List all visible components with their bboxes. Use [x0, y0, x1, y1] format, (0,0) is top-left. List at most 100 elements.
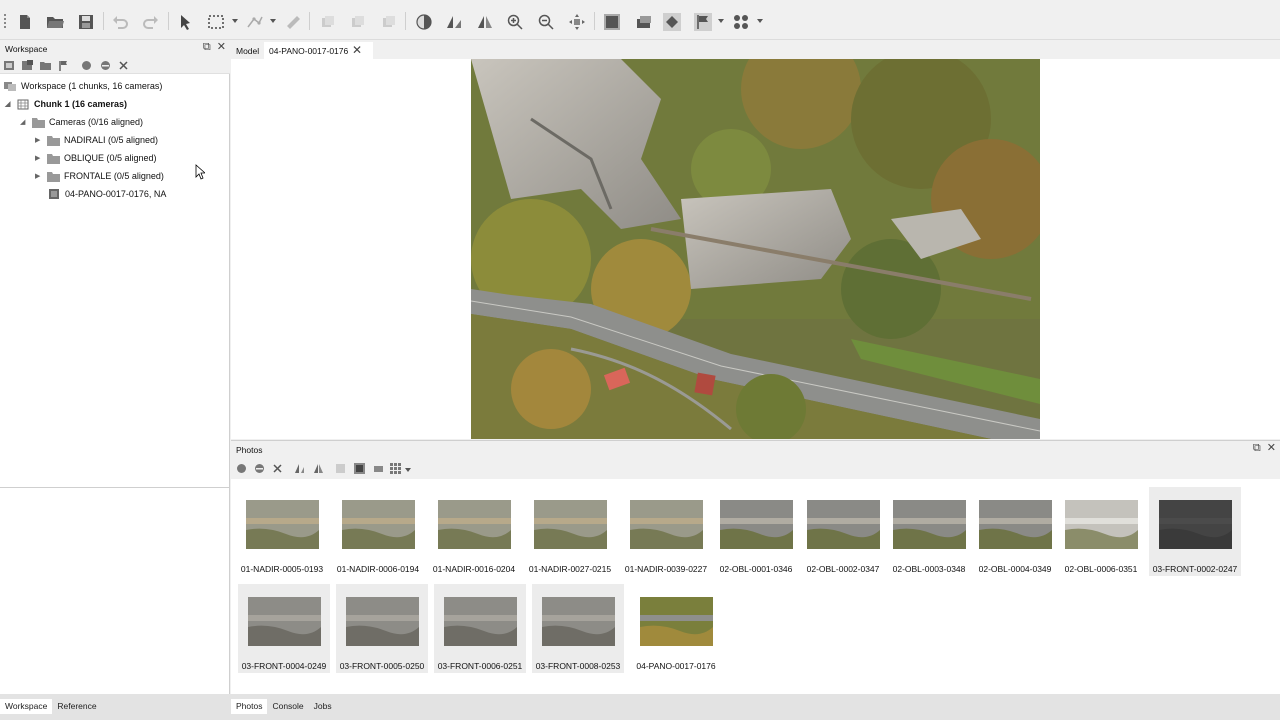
photo-thumbnail[interactable]: 01-NADIR-0027-0215 [524, 487, 616, 576]
zoom-out-icon[interactable] [535, 11, 557, 33]
photo-thumbnail-label: 01-NADIR-0005-0193 [240, 564, 324, 574]
rectangle-selection-icon[interactable] [205, 11, 227, 33]
photo-thumbnail[interactable]: 02-OBL-0004-0349 [969, 487, 1061, 576]
rotate-right-icon[interactable] [313, 463, 324, 474]
expand-arrow-icon[interactable]: ▶ [35, 136, 43, 144]
tab-console[interactable]: Console [267, 699, 308, 714]
float-panel-icon[interactable]: ⧉ [1253, 443, 1261, 454]
mask-photos-icon[interactable] [354, 463, 365, 474]
photo-thumbnail[interactable]: 01-NADIR-0039-0227 [620, 487, 712, 576]
collapse-arrow-icon[interactable]: ◢ [20, 118, 28, 126]
chunk-label: Chunk 1 (16 cameras) [34, 99, 128, 109]
tab-jobs[interactable]: Jobs [309, 699, 337, 714]
photo-thumbnail-label: 01-NADIR-0016-0204 [432, 564, 516, 574]
reset-view-icon[interactable] [566, 11, 588, 33]
mask-tool-icon[interactable] [633, 11, 655, 33]
magic-wand-icon[interactable] [661, 11, 683, 33]
polyline-dropdown-arrow[interactable] [270, 19, 276, 23]
photos-title-text: Photos [236, 445, 263, 455]
flag-dropdown-arrow[interactable] [718, 19, 724, 23]
aerial-photo-view[interactable] [471, 59, 1040, 439]
remove-items-icon[interactable] [118, 60, 129, 71]
photo-thumbnail-image [979, 500, 1052, 549]
shape-icon-2[interactable] [347, 11, 369, 33]
photo-thumbnail-image [630, 500, 703, 549]
photo-thumbnail[interactable]: 03-FRONT-0005-0250 [336, 584, 428, 673]
flag-icon[interactable] [692, 11, 714, 33]
enable-icon[interactable] [81, 60, 92, 71]
photos-panel: Photos ⧉ ✕ 01-NADIR-0005-0193 01-NADIR-00… [231, 440, 1280, 694]
photo-thumbnail[interactable]: 03-FRONT-0006-0251 [434, 584, 526, 673]
open-folder-icon[interactable] [44, 11, 66, 33]
tree-item-camera-pano[interactable]: 04-PANO-0017-0176, NA [48, 186, 166, 202]
ruler-icon[interactable] [282, 11, 304, 33]
photo-thumbnail[interactable]: 02-OBL-0001-0346 [710, 487, 802, 576]
close-tab-icon[interactable]: ✕ [352, 43, 362, 57]
expand-arrow-icon[interactable]: ▶ [35, 154, 43, 162]
folder-icon [47, 153, 60, 164]
enable-cameras-icon[interactable] [236, 463, 247, 474]
import-masks-icon[interactable] [373, 463, 384, 474]
contrast-icon[interactable] [413, 11, 435, 33]
tree-item-group-frontale[interactable]: ▶ FRONTALE (0/5 aligned) [35, 168, 164, 184]
add-chunk-icon[interactable] [4, 60, 15, 71]
photo-thumbnail[interactable]: 02-OBL-0003-0348 [883, 487, 975, 576]
mask-icon[interactable] [601, 11, 623, 33]
photo-thumbnail[interactable]: 04-PANO-0017-0176 [630, 584, 722, 673]
new-document-icon[interactable] [14, 11, 36, 33]
add-folder-icon[interactable] [40, 60, 51, 71]
photo-thumbnail-label: 03-FRONT-0002-0247 [1152, 564, 1238, 574]
rotate-left-icon[interactable] [294, 463, 305, 474]
tab-photos[interactable]: Photos [231, 699, 268, 714]
disable-cameras-icon[interactable] [254, 463, 265, 474]
photo-thumbnail[interactable]: 03-FRONT-0004-0249 [238, 584, 330, 673]
tree-item-cameras[interactable]: ◢ Cameras (0/16 aligned) [20, 114, 143, 130]
photo-thumbnail-image [1159, 500, 1232, 549]
selection-dropdown-arrow[interactable] [232, 19, 238, 23]
tab-model[interactable]: Model [231, 42, 264, 59]
grid-view-icon[interactable] [730, 11, 752, 33]
float-panel-icon[interactable]: ⧉ [203, 42, 211, 53]
photo-thumbnail[interactable]: 03-FRONT-0002-0247 [1149, 487, 1241, 576]
expand-arrow-icon[interactable]: ▶ [35, 172, 43, 180]
photo-thumbnail[interactable]: 01-NADIR-0005-0193 [236, 487, 328, 576]
collapse-arrow-icon[interactable]: ◢ [5, 100, 13, 108]
photo-thumbnail[interactable]: 03-FRONT-0008-0253 [532, 584, 624, 673]
navigation-icon[interactable] [174, 11, 196, 33]
tree-root-workspace[interactable]: Workspace (1 chunks, 16 cameras) [4, 78, 162, 94]
redo-icon[interactable] [140, 11, 162, 33]
toolbar-grip[interactable] [4, 14, 6, 28]
view-mode-icon[interactable] [390, 463, 401, 474]
close-panel-icon[interactable]: ✕ [1267, 443, 1276, 454]
undo-icon[interactable] [109, 11, 131, 33]
photo-thumbnail-image [246, 500, 319, 549]
add-marker-icon[interactable] [58, 60, 69, 71]
close-panel-icon[interactable]: ✕ [217, 42, 226, 53]
cameras-label: Cameras (0/16 aligned) [49, 117, 144, 127]
grid-dropdown-arrow[interactable] [757, 19, 763, 23]
tab-reference[interactable]: Reference [52, 699, 101, 714]
mirror-icon[interactable] [474, 11, 496, 33]
photo-thumbnail[interactable]: 01-NADIR-0006-0194 [332, 487, 424, 576]
tab-workspace[interactable]: Workspace [0, 699, 53, 714]
disable-icon[interactable] [100, 60, 111, 71]
photo-thumbnail-label: 01-NADIR-0027-0215 [528, 564, 612, 574]
tree-item-group-nadirali[interactable]: ▶ NADIRALI (0/5 aligned) [35, 132, 158, 148]
photo-thumbnail[interactable]: 01-NADIR-0016-0204 [428, 487, 520, 576]
align-icon[interactable] [443, 11, 465, 33]
shape-icon-3[interactable] [378, 11, 400, 33]
photo-thumbnail[interactable]: 02-OBL-0006-0351 [1055, 487, 1147, 576]
draw-polyline-icon[interactable] [244, 11, 266, 33]
shape-icon-1[interactable] [317, 11, 339, 33]
view-mode-dropdown-arrow[interactable] [405, 468, 411, 472]
add-photos-icon[interactable] [22, 60, 33, 71]
filter-icon[interactable] [335, 463, 346, 474]
remove-cameras-icon[interactable] [272, 463, 283, 474]
tree-item-chunk[interactable]: ◢ Chunk 1 (16 cameras) [5, 96, 127, 112]
photos-toolbar [231, 459, 1280, 479]
photo-thumbnail-label: 03-FRONT-0008-0253 [535, 661, 621, 671]
photo-thumbnail[interactable]: 02-OBL-0002-0347 [797, 487, 889, 576]
save-icon[interactable] [75, 11, 97, 33]
zoom-in-icon[interactable] [504, 11, 526, 33]
tree-item-group-oblique[interactable]: ▶ OBLIQUE (0/5 aligned) [35, 150, 157, 166]
